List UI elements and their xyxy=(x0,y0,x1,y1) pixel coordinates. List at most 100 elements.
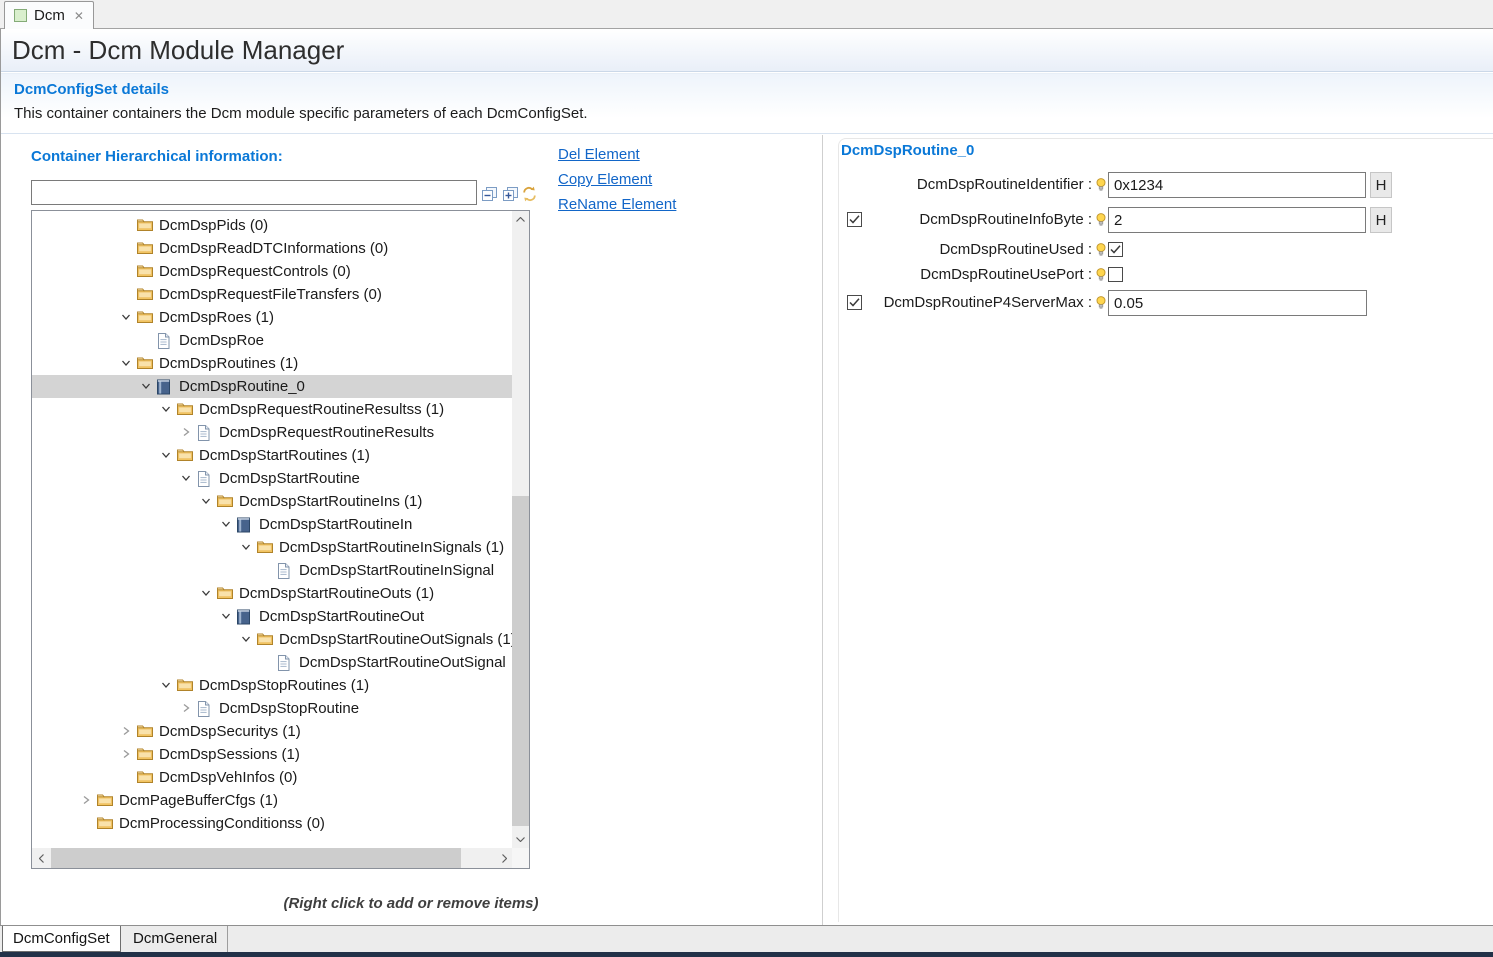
chevron-down-icon[interactable] xyxy=(159,448,173,462)
editor-left-border xyxy=(0,29,1,957)
folder-icon xyxy=(137,356,153,374)
parameter-value-input[interactable] xyxy=(1108,172,1366,198)
chevron-down-icon[interactable] xyxy=(159,678,173,692)
bulb-icon xyxy=(1096,213,1106,227)
parameter-label: DcmDspRoutineUsed : xyxy=(822,240,1092,260)
tree-item[interactable]: DcmDspRequestControls (0) xyxy=(32,260,512,283)
chevron-right-icon[interactable] xyxy=(179,701,193,715)
tree-item[interactable]: DcmDspRoe xyxy=(32,329,512,352)
editor-tab-dcm[interactable]: Dcm ✕ xyxy=(4,1,94,29)
chevron-right-icon[interactable] xyxy=(79,793,93,807)
bottom-tab-dcmgeneral[interactable]: DcmGeneral xyxy=(123,926,228,952)
tree-item[interactable]: DcmDspStartRoutineIn xyxy=(32,513,512,536)
tree-item[interactable]: DcmPageBufferCfgs (1) xyxy=(32,789,512,812)
tree-item-label: DcmDspSecuritys (1) xyxy=(159,720,301,743)
tree-item[interactable]: DcmDspPids (0) xyxy=(32,214,512,237)
tree-item-label: DcmDspRequestRoutineResultss (1) xyxy=(199,398,444,421)
document-icon xyxy=(197,701,210,722)
tree-item[interactable]: DcmDspRequestRoutineResultss (1) xyxy=(32,398,512,421)
tree-item-label: DcmDspStartRoutines (1) xyxy=(199,444,370,467)
vertical-scroll-thumb[interactable] xyxy=(512,496,529,826)
chevron-right-icon[interactable] xyxy=(119,747,133,761)
tree-item[interactable]: DcmDspStartRoutineInSignal xyxy=(32,559,512,582)
close-icon[interactable]: ✕ xyxy=(74,9,84,23)
tree-item[interactable]: DcmDspReadDTCInformations (0) xyxy=(32,237,512,260)
parameter-value-checkbox[interactable] xyxy=(1108,267,1123,282)
parameter-value-checkbox[interactable] xyxy=(1108,242,1123,257)
rename-element-link[interactable]: ReName Element xyxy=(558,196,676,213)
tree-item[interactable]: DcmDspStartRoutineInSignals (1) xyxy=(32,536,512,559)
tree-filter-input[interactable] xyxy=(31,180,477,205)
chevron-down-icon[interactable] xyxy=(239,540,253,554)
folder-icon xyxy=(177,678,193,696)
hex-toggle-button[interactable]: H xyxy=(1370,207,1392,233)
tree-item[interactable]: DcmDspStartRoutines (1) xyxy=(32,444,512,467)
tree-vertical-scrollbar[interactable] xyxy=(512,211,529,848)
folder-icon xyxy=(177,448,193,466)
tree-item-label: DcmDspStopRoutine xyxy=(219,697,359,720)
chevron-down-icon[interactable] xyxy=(239,632,253,646)
module-icon xyxy=(237,609,250,630)
tree-item[interactable]: DcmDspRequestFileTransfers (0) xyxy=(32,283,512,306)
hex-toggle-button[interactable]: H xyxy=(1370,172,1392,198)
tree-item[interactable]: DcmDspSessions (1) xyxy=(32,743,512,766)
tree-item-label: DcmDspStartRoutineInSignals (1) xyxy=(279,536,504,559)
folder-icon xyxy=(97,793,113,811)
chevron-down-icon[interactable] xyxy=(119,356,133,370)
tree-item[interactable]: DcmDspRoutines (1) xyxy=(32,352,512,375)
chevron-down-icon[interactable] xyxy=(179,471,193,485)
chevron-right-icon[interactable] xyxy=(119,724,133,738)
detail-panel: DcmDspRoutine_0 DcmDspRoutineIdentifier … xyxy=(822,135,1493,925)
tree-section-title: Container Hierarchical information: xyxy=(31,148,283,165)
tree-item[interactable]: DcmDspStartRoutineOuts (1) xyxy=(32,582,512,605)
tree-item-label: DcmDspRoes (1) xyxy=(159,306,274,329)
tree-item[interactable]: DcmDspStartRoutine xyxy=(32,467,512,490)
tree-item[interactable]: DcmDspRoes (1) xyxy=(32,306,512,329)
tree-item[interactable]: DcmDspStopRoutines (1) xyxy=(32,674,512,697)
document-icon xyxy=(157,333,170,354)
tree-item[interactable]: DcmDspVehInfos (0) xyxy=(32,766,512,789)
chevron-down-icon[interactable] xyxy=(219,609,233,623)
scroll-down-arrow-icon[interactable] xyxy=(512,831,529,848)
expand-all-icon[interactable] xyxy=(502,186,519,202)
chevron-down-icon[interactable] xyxy=(119,310,133,324)
copy-element-link[interactable]: Copy Element xyxy=(558,171,652,188)
folder-icon xyxy=(137,264,153,282)
tree-item[interactable]: DcmProcessingConditionss (0) xyxy=(32,812,512,835)
parameter-value-input[interactable] xyxy=(1108,207,1366,233)
document-icon xyxy=(277,655,290,676)
tree-item-label: DcmDspStartRoutineOutSignal xyxy=(299,651,506,674)
tree-item[interactable]: DcmDspStartRoutineIns (1) xyxy=(32,490,512,513)
del-element-link[interactable]: Del Element xyxy=(558,146,640,163)
folder-icon xyxy=(137,747,153,765)
parameter-label: DcmDspRoutineIdentifier : xyxy=(822,175,1092,195)
tree-hint-text: (Right click to add or remove items) xyxy=(0,895,822,912)
chevron-down-icon[interactable] xyxy=(199,586,213,600)
chevron-down-icon[interactable] xyxy=(159,402,173,416)
collapse-all-icon[interactable] xyxy=(481,186,498,202)
tree-item[interactable]: DcmDspRequestRoutineResults xyxy=(32,421,512,444)
horizontal-scroll-thumb[interactable] xyxy=(51,848,461,868)
tree-horizontal-scrollbar[interactable] xyxy=(32,848,514,868)
page-title: Dcm - Dcm Module Manager xyxy=(12,29,344,71)
chevron-down-icon[interactable] xyxy=(139,379,153,393)
refresh-icon[interactable] xyxy=(521,186,538,202)
bottom-tab-dcmconfigset[interactable]: DcmConfigSet xyxy=(2,926,121,952)
tree-item-label: DcmDspRequestRoutineResults xyxy=(219,421,434,444)
folder-icon xyxy=(137,218,153,236)
tree-item[interactable]: DcmDspRoutine_0 xyxy=(32,375,512,398)
tree-item[interactable]: DcmDspStopRoutine xyxy=(32,697,512,720)
tree-item-label: DcmDspRequestControls (0) xyxy=(159,260,351,283)
chevron-down-icon[interactable] xyxy=(219,517,233,531)
chevron-down-icon[interactable] xyxy=(199,494,213,508)
scroll-left-arrow-icon[interactable] xyxy=(32,848,51,868)
scroll-up-arrow-icon[interactable] xyxy=(512,211,529,228)
tree-item-label: DcmDspPids (0) xyxy=(159,214,268,237)
module-icon xyxy=(14,9,27,22)
tree-item[interactable]: DcmDspStartRoutineOut xyxy=(32,605,512,628)
chevron-right-icon[interactable] xyxy=(179,425,193,439)
parameter-value-input[interactable] xyxy=(1108,290,1367,316)
tree-item[interactable]: DcmDspSecuritys (1) xyxy=(32,720,512,743)
tree-item[interactable]: DcmDspStartRoutineOutSignal xyxy=(32,651,512,674)
tree-item[interactable]: DcmDspStartRoutineOutSignals (1) xyxy=(32,628,512,651)
